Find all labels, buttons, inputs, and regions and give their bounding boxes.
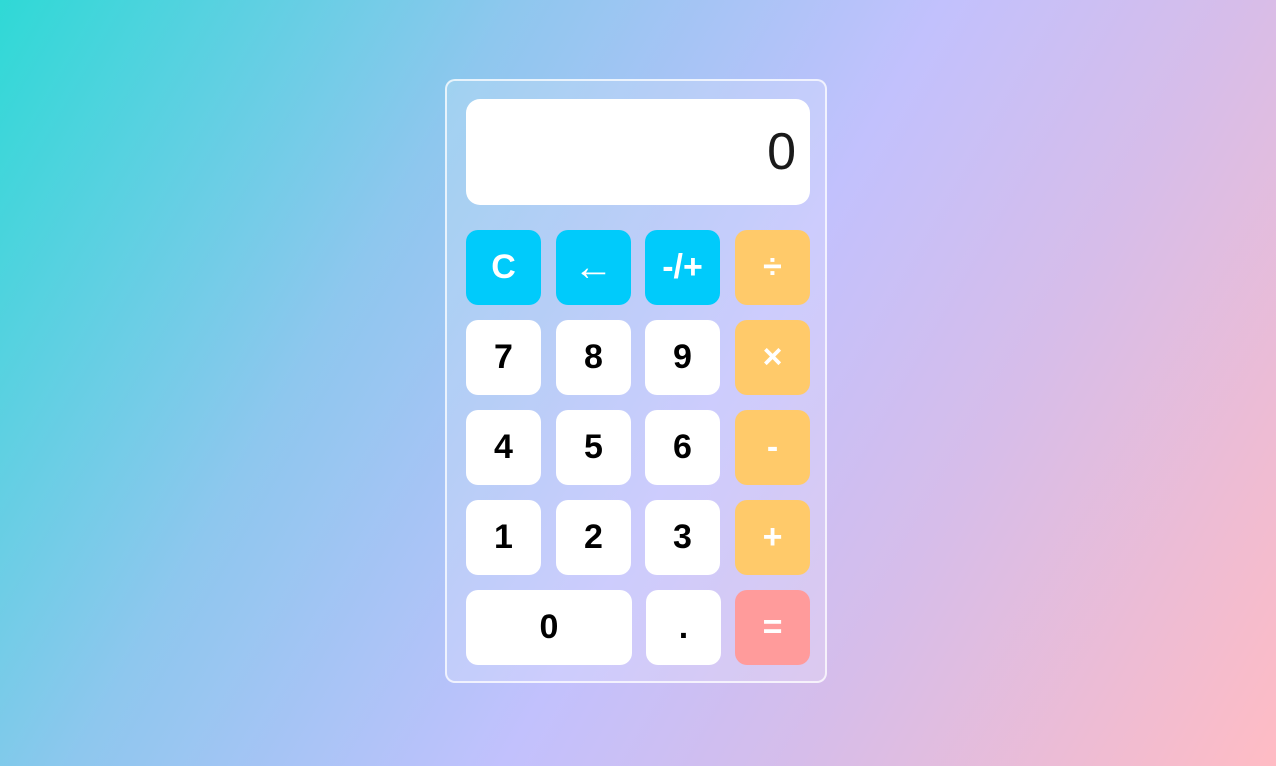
digit-9-button[interactable]: 9 [645,320,720,395]
digit-0-button[interactable]: 0 [466,590,632,665]
clear-button[interactable]: C [466,230,541,305]
backspace-button[interactable]: ← [556,230,631,305]
digit-2-button[interactable]: 2 [556,500,631,575]
digit-6-button[interactable]: 6 [645,410,720,485]
digit-8-button[interactable]: 8 [556,320,631,395]
divide-button[interactable]: ÷ [735,230,810,305]
digit-1-button[interactable]: 1 [466,500,541,575]
digit-4-button[interactable]: 4 [466,410,541,485]
digit-3-button[interactable]: 3 [645,500,720,575]
multiply-button[interactable]: × [735,320,810,395]
negate-button[interactable]: -/+ [645,230,720,305]
display-value: 0 [767,123,796,181]
equals-button[interactable]: = [735,590,810,665]
calculator-display: 0 [466,99,810,205]
add-button[interactable]: + [735,500,810,575]
digit-7-button[interactable]: 7 [466,320,541,395]
subtract-button[interactable]: - [735,410,810,485]
decimal-button[interactable]: . [646,590,721,665]
digit-5-button[interactable]: 5 [556,410,631,485]
